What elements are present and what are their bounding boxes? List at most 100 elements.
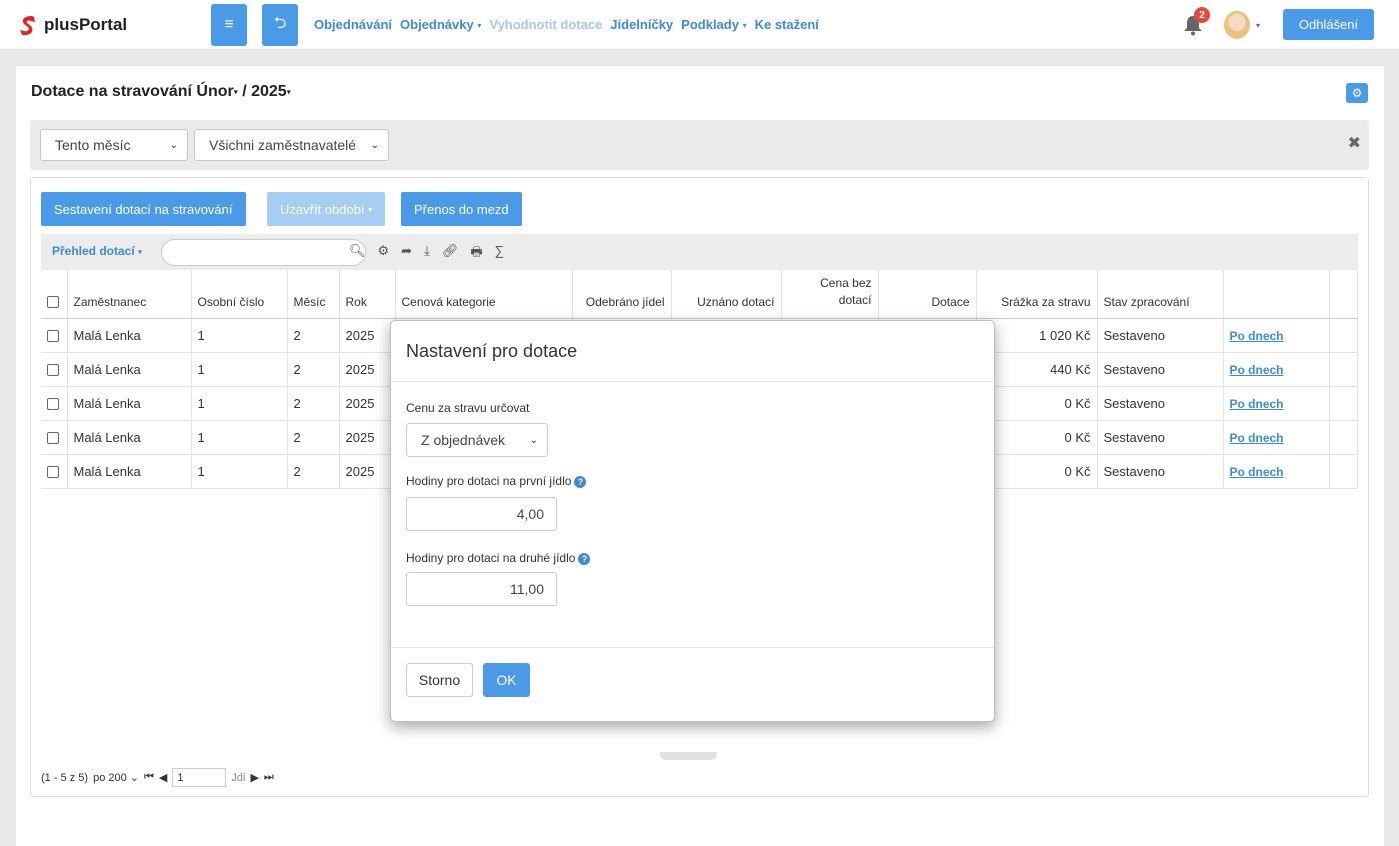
page-title: Dotace na stravování Únor▾ / 2025▾ — [31, 83, 291, 101]
cell-year: 2025 — [339, 454, 396, 489]
filter-bar: Tento měsíc ⌄ Všichni zaměstnavatelé ⌄ ✖ — [30, 120, 1369, 170]
nav-link-vyhodnotit-dotace[interactable]: Vyhodnotit dotace — [489, 17, 602, 32]
page-settings-button[interactable]: ⚙ — [1346, 83, 1368, 103]
col-header[interactable]: Zaměstnanec — [67, 270, 192, 319]
ok-button[interactable]: OK — [483, 663, 530, 697]
close-icon[interactable]: ✖ — [1348, 133, 1361, 153]
year-selector[interactable]: / 2025▾ — [242, 83, 291, 100]
search-icon[interactable]: 🔍︎ — [349, 243, 366, 265]
col-header[interactable]: Rok — [339, 270, 396, 319]
employer-select[interactable]: Všichni zaměstnavatelé ⌄ — [194, 129, 389, 161]
search-input[interactable] — [161, 239, 366, 266]
help-icon[interactable]: ? — [578, 552, 591, 565]
logout-button[interactable]: Odhlášení — [1283, 9, 1374, 40]
transfer-to-payroll-button[interactable]: Přenos do mezd — [401, 192, 522, 226]
price-source-select[interactable]: Z objednávek ⌄ — [406, 423, 548, 457]
by-days-link[interactable]: Po dnech — [1230, 363, 1284, 377]
col-header-extra — [1329, 270, 1358, 319]
by-days-link[interactable]: Po dnech — [1230, 431, 1284, 445]
menu-toggle-button[interactable]: ≡ — [211, 4, 247, 46]
nav-link-objednavky[interactable]: Objednávky ▾ — [400, 17, 481, 32]
chevron-down-icon: ▾ — [742, 21, 747, 31]
hamburger-menu-icon: ≡ — [224, 16, 234, 33]
resize-handle[interactable] — [660, 752, 717, 760]
cell-month: 2 — [287, 420, 340, 455]
grid-toolbar: Přehled dotací ▾ 🔍︎ ⚙ ➦ ⤓ 🔗︎ 🖶 ∑ — [41, 234, 1358, 270]
brand[interactable]: plusPortal — [18, 14, 127, 36]
nav-link-jidelnicky[interactable]: Jídelníčky — [610, 17, 673, 32]
print-icon[interactable]: 🖶 — [470, 243, 482, 265]
col-header[interactable]: Cena bez dotací — [781, 270, 879, 319]
by-days-link[interactable]: Po dnech — [1230, 329, 1284, 343]
col-header[interactable]: Cenová kategorie — [395, 270, 573, 319]
dialog-title: Nastavení pro dotace — [406, 341, 578, 361]
row-checkbox[interactable] — [41, 420, 68, 455]
cell-status: Sestaveno — [1097, 420, 1224, 455]
page-title-text: Dotace na stravování — [31, 83, 192, 100]
pager-summary: (1 - 5 z 5) — [41, 771, 89, 784]
nav-link-objednavani[interactable]: Objednávání — [314, 17, 392, 32]
chevron-down-icon[interactable]: ▾ — [1256, 21, 1260, 30]
cell-status: Sestaveno — [1097, 386, 1224, 421]
chevron-down-icon: ▾ — [477, 21, 482, 31]
close-period-button[interactable]: Uzavřít období ▾ — [267, 192, 386, 226]
first-meal-hours-input[interactable]: 4,00 — [406, 497, 557, 531]
cell-employee: Malá Lenka — [67, 454, 192, 489]
nav-link-podklady[interactable]: Podklady ▾ — [681, 17, 746, 32]
help-icon[interactable]: ? — [574, 475, 587, 488]
gear-icon[interactable]: ⚙ — [378, 243, 390, 265]
divider — [391, 647, 994, 648]
col-header[interactable]: Měsíc — [287, 270, 340, 319]
grid-tools: 🔍︎ ⚙ ➦ ⤓ 🔗︎ 🖶 ∑ — [349, 243, 504, 265]
subsidy-settings-dialog: Nastavení pro dotace Cenu za stravu určo… — [390, 320, 995, 722]
share-arrow-icon[interactable]: ➦ — [401, 243, 412, 265]
col-header[interactable]: Dotace — [878, 270, 977, 319]
prev-page-icon[interactable]: ◀ — [159, 771, 167, 784]
col-header[interactable]: Stav zpracování — [1097, 270, 1224, 319]
page-size-select[interactable]: po 200 ⌄ — [93, 771, 139, 784]
back-button[interactable]: ⮌ — [262, 4, 298, 46]
select-all-checkbox[interactable] — [41, 270, 68, 319]
period-select[interactable]: Tento měsíc ⌄ — [40, 129, 188, 161]
price-source-label: Cenu za stravu určovat — [406, 401, 530, 415]
cell-personal-no: 1 — [191, 454, 288, 489]
col-header[interactable]: Osobní číslo — [191, 270, 288, 319]
row-checkbox[interactable] — [41, 352, 68, 387]
row-checkbox[interactable] — [41, 318, 68, 353]
next-page-icon[interactable]: ▶ — [250, 771, 258, 784]
cancel-button[interactable]: Storno — [406, 663, 473, 697]
row-checkbox[interactable] — [41, 454, 68, 489]
pluscontrol-logo-icon — [20, 16, 35, 36]
last-page-icon[interactable]: ⏭ — [264, 771, 274, 784]
col-header[interactable]: Srážka za stravu — [976, 270, 1098, 319]
user-avatar[interactable] — [1224, 11, 1250, 39]
cell-employee: Malá Lenka — [67, 318, 192, 353]
sum-icon[interactable]: ∑ — [495, 243, 504, 265]
cell-employee: Malá Lenka — [67, 386, 192, 421]
second-meal-hours-input[interactable]: 11,00 — [406, 572, 557, 606]
col-header[interactable]: Odebráno jídel — [572, 270, 672, 319]
cell-year: 2025 — [339, 352, 396, 387]
page-number-input[interactable]: 1 — [172, 768, 227, 787]
go-button[interactable]: Jdi — [231, 772, 245, 784]
build-subsidies-button[interactable]: Sestavení dotací na stravování — [41, 192, 246, 226]
chevron-down-icon: ▾ — [368, 204, 373, 214]
link-icon[interactable]: 🔗︎ — [442, 243, 459, 265]
top-navbar: plusPortal ≡ ⮌ Objednávání Objednávky ▾ … — [0, 0, 1399, 50]
nav-link-ke-stazeni[interactable]: Ke stažení — [755, 17, 819, 32]
cell-month: 2 — [287, 386, 340, 421]
cell-year: 2025 — [339, 318, 396, 353]
first-page-icon[interactable]: ⏮ — [144, 771, 154, 784]
cell-status: Sestaveno — [1097, 318, 1224, 353]
row-checkbox[interactable] — [41, 386, 68, 421]
col-header[interactable]: Uznáno dotací — [671, 270, 782, 319]
cell-year: 2025 — [339, 420, 396, 455]
download-icon[interactable]: ⤓ — [424, 243, 430, 265]
cell-status: Sestaveno — [1097, 352, 1224, 387]
by-days-link[interactable]: Po dnech — [1230, 465, 1284, 479]
view-selector[interactable]: Přehled dotací ▾ — [52, 244, 142, 258]
by-days-link[interactable]: Po dnech — [1230, 397, 1284, 411]
month-selector[interactable]: Únor▾ — [196, 83, 237, 100]
chevron-down-icon: ⌄ — [129, 772, 140, 784]
cell-personal-no: 1 — [191, 420, 288, 455]
